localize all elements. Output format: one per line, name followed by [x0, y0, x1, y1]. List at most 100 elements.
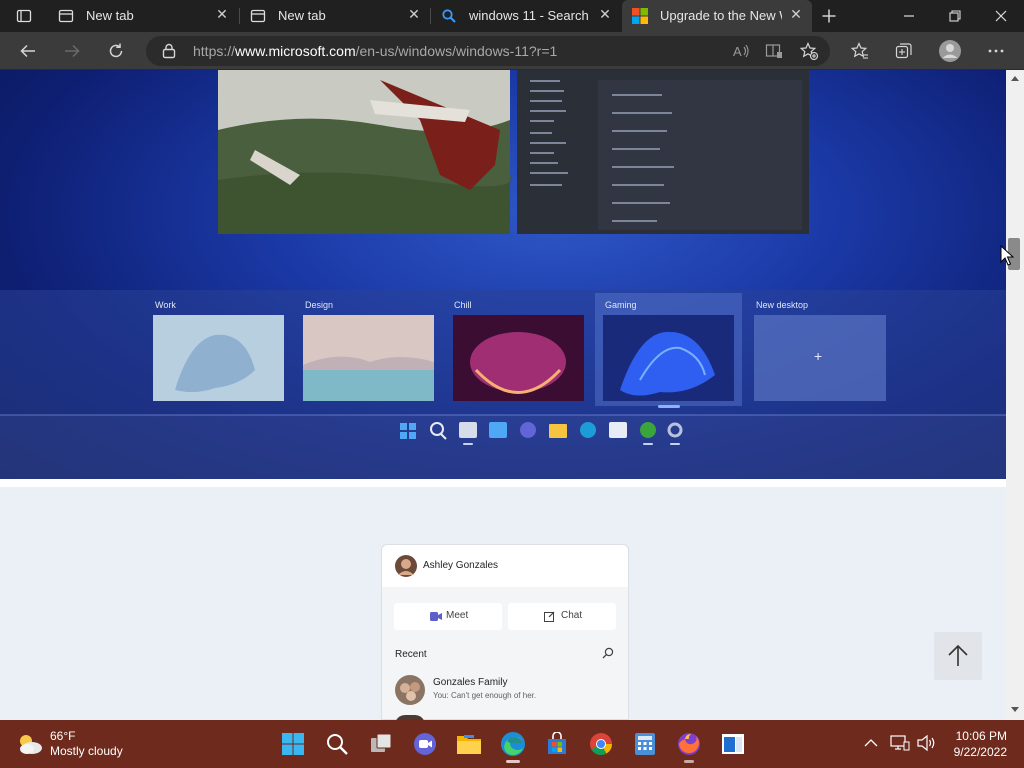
read-aloud-icon: A	[733, 44, 749, 59]
back-to-top-button[interactable]	[934, 632, 982, 680]
close-tab-icon[interactable]: ✕	[597, 7, 613, 23]
volume-icon[interactable]	[916, 734, 936, 752]
tab-title: New tab	[278, 8, 326, 23]
tab-new-tab-2[interactable]: New tab ✕	[240, 0, 430, 32]
microsoft-logo-icon	[632, 8, 648, 24]
star-add-icon	[800, 42, 818, 60]
search-icon	[327, 734, 348, 755]
edge-taskbar-button[interactable]	[497, 728, 529, 763]
clock-date[interactable]: 9/22/2022	[947, 745, 1007, 759]
favorites-button[interactable]	[845, 36, 875, 66]
url-text[interactable]: https://www.microsoft.com/en-us/windows/…	[193, 43, 557, 59]
weather-widget[interactable]: 66°F Mostly cloudy	[14, 728, 154, 762]
store-icon	[609, 422, 627, 438]
desktop-label-gaming: Gaming	[605, 300, 637, 310]
teams-chat-icon	[414, 733, 436, 755]
game-window-screenshot	[218, 70, 511, 234]
chat-label: Chat	[561, 610, 583, 621]
task-view-icon	[371, 733, 392, 752]
profile-button[interactable]	[935, 36, 965, 66]
tab-upgrade-windows-11[interactable]: Upgrade to the New W ✕	[622, 0, 812, 32]
tab-strip: New tab ✕ New tab ✕ windows 11 - Search …	[0, 0, 1024, 32]
close-icon	[995, 10, 1007, 22]
new-desktop-plus: +	[814, 348, 823, 364]
close-tab-icon[interactable]: ✕	[788, 7, 804, 23]
task-view-icon	[459, 422, 477, 438]
teams-chat-button[interactable]	[409, 728, 441, 760]
more-dots-icon	[988, 49, 1004, 53]
desktop-label-work: Work	[155, 300, 176, 310]
plus-icon	[822, 9, 836, 23]
calculator-button[interactable]	[629, 728, 661, 760]
svg-text:A: A	[733, 44, 742, 59]
address-bar[interactable]: https://www.microsoft.com/en-us/windows/…	[146, 36, 830, 66]
mouse-cursor-icon	[1000, 245, 1014, 266]
tab-windows-11-search[interactable]: windows 11 - Search ✕	[431, 0, 621, 32]
microsoft-store-button[interactable]	[541, 728, 573, 760]
tab-title: windows 11 - Search	[469, 8, 589, 23]
tab-new-tab-1[interactable]: New tab ✕	[48, 0, 238, 32]
settings-menu-button[interactable]	[981, 36, 1011, 66]
recent-heading: Recent	[395, 649, 427, 660]
task-view-button[interactable]	[365, 728, 397, 760]
collections-button[interactable]	[889, 36, 919, 66]
xbox-icon	[640, 422, 656, 438]
arrow-up-icon	[948, 644, 968, 666]
page-scrollbar[interactable]	[1006, 70, 1024, 720]
running-app-indicator	[684, 760, 694, 763]
file-explorer-icon	[457, 735, 481, 754]
restore-button[interactable]	[932, 0, 978, 32]
search-icon[interactable]	[602, 647, 614, 659]
edge-icon	[501, 732, 525, 756]
compose-icon	[544, 611, 555, 622]
new-tab-page-icon	[250, 9, 266, 23]
add-favorite-button[interactable]	[794, 36, 824, 66]
chat-panel: Ashley Gonzales Meet Chat Recent Gonzale…	[381, 544, 629, 720]
refresh-icon	[109, 43, 123, 58]
list-item[interactable]: Gonzales Family You: Can't get enough of…	[382, 671, 628, 707]
meet-button[interactable]: Meet	[394, 603, 502, 630]
immersive-reader-button[interactable]	[759, 36, 789, 66]
minimize-button[interactable]	[886, 0, 932, 32]
forward-button[interactable]	[57, 36, 87, 66]
close-tab-icon[interactable]: ✕	[214, 7, 230, 23]
forward-arrow-icon	[65, 44, 80, 58]
close-tab-icon[interactable]: ✕	[406, 7, 422, 23]
search-icon	[442, 9, 456, 23]
contact-name: Gonzales Family	[433, 677, 508, 688]
network-icon[interactable]	[890, 734, 910, 752]
new-tab-button[interactable]	[812, 0, 846, 32]
app-window-button[interactable]	[717, 728, 749, 760]
file-explorer-button[interactable]	[453, 728, 485, 760]
taskbar-search-button[interactable]	[321, 728, 353, 760]
weather-condition: Mostly cloudy	[50, 744, 123, 758]
refresh-button[interactable]	[101, 36, 131, 66]
start-button[interactable]	[277, 728, 309, 760]
restore-icon	[949, 10, 961, 22]
back-button[interactable]	[13, 36, 43, 66]
store-icon	[548, 732, 566, 754]
chrome-icon	[590, 733, 612, 755]
chat-button[interactable]: Chat	[508, 603, 616, 630]
close-window-button[interactable]	[978, 0, 1024, 32]
video-camera-icon	[430, 612, 442, 621]
clock-time[interactable]: 10:06 PM	[955, 729, 1007, 743]
chevron-up-icon[interactable]	[864, 738, 878, 748]
chat-panel-header	[382, 545, 628, 587]
collections-icon	[895, 43, 912, 59]
scroll-down-icon[interactable]	[1010, 706, 1020, 714]
firefox-button[interactable]	[673, 728, 705, 763]
windows-taskbar: 66°F Mostly cloudy 10:06 PM 9/22/2022	[0, 720, 1024, 768]
scroll-up-icon[interactable]	[1010, 74, 1020, 82]
firefox-icon	[678, 733, 700, 755]
tab-actions-icon	[16, 9, 32, 23]
tab-title: Upgrade to the New W	[660, 8, 782, 23]
read-aloud-button[interactable]: A	[726, 36, 756, 66]
chrome-button[interactable]	[585, 728, 617, 760]
tab-actions-button[interactable]	[4, 0, 44, 32]
lock-icon[interactable]	[162, 43, 176, 59]
avatar	[939, 40, 961, 62]
avatar	[395, 675, 425, 705]
new-tab-page-icon	[58, 9, 74, 23]
desktop-label-new: New desktop	[756, 300, 809, 310]
